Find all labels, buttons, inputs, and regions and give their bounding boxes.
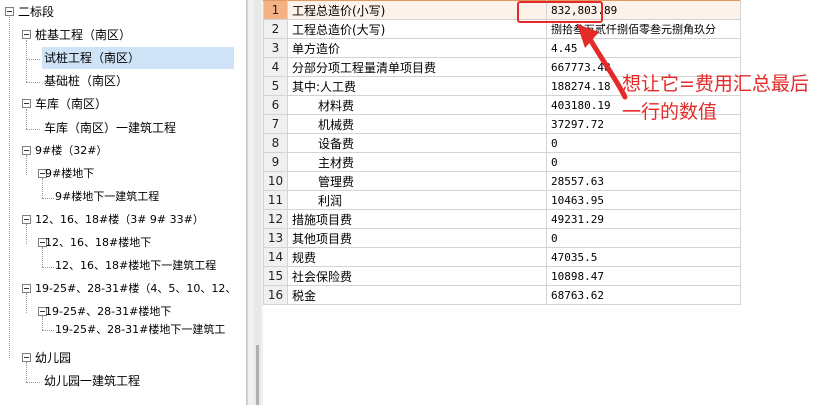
tree-node-pile-foundation[interactable]: 桩基工程（南区） [35, 24, 131, 46]
tree-connector [42, 198, 54, 199]
row-number: 2 [263, 19, 288, 39]
tree-connector [26, 382, 40, 383]
table-row[interactable]: 11 利润 10463.95 [263, 190, 741, 210]
collapse-toggle[interactable] [22, 146, 31, 155]
tree-node-building-9[interactable]: 9#楼（32#） [35, 140, 107, 162]
cost-item-value[interactable]: 28557.63 [546, 171, 741, 191]
table-row[interactable]: 8 设备费 0 [263, 133, 741, 153]
tree-node-kindergarten-building[interactable]: 幼儿园一建筑工程 [44, 370, 140, 392]
cost-item-value[interactable]: 10898.47 [546, 266, 741, 286]
cost-item-name[interactable]: 税金 [287, 285, 547, 305]
tree-node-building-19-25-basement-works[interactable]: 19-25#、28-31#楼地下一建筑工 [55, 319, 225, 341]
cost-item-name[interactable]: 设备费 [287, 133, 547, 153]
cost-item-name[interactable]: 机械费 [287, 114, 547, 134]
highlight-box [517, 1, 603, 23]
cost-item-name[interactable]: 管理费 [287, 171, 547, 191]
cost-item-value[interactable]: 10463.95 [546, 190, 741, 210]
tree-connector [26, 293, 27, 313]
table-row[interactable]: 10 管理费 28557.63 [263, 171, 741, 191]
cost-item-name[interactable]: 社会保险费 [287, 266, 547, 286]
cost-item-name[interactable]: 措施项目费 [287, 209, 547, 229]
tree-node-test-pile[interactable]: 试桩工程（南区） [42, 47, 234, 69]
cost-item-name[interactable]: 其他项目费 [287, 228, 547, 248]
row-number: 13 [263, 228, 288, 248]
cost-summary-grid: 1 工程总造价(小写) 832,803.89 2 工程总造价(大写) 捌拾叁万贰… [263, 0, 741, 305]
tree-node-kindergarten[interactable]: 幼儿园 [35, 347, 71, 369]
cost-item-value[interactable]: 0 [546, 133, 741, 153]
row-number: 11 [263, 190, 288, 210]
tree-connector [26, 40, 27, 82]
tree-connector [9, 17, 10, 358]
cost-item-value[interactable]: 0 [546, 228, 741, 248]
row-number: 10 [263, 171, 288, 191]
tree-node-building-12-16-18-basement[interactable]: 12、16、18#楼地下 [45, 232, 151, 254]
tree-connector [26, 82, 40, 83]
row-number: 8 [263, 133, 288, 153]
cost-item-name[interactable]: 材料费 [287, 95, 547, 115]
tree-connector [26, 59, 40, 60]
scrollbar-thumb[interactable] [256, 345, 259, 405]
row-number: 16 [263, 285, 288, 305]
tree-connector [26, 109, 27, 129]
tree-node-building-12-16-18[interactable]: 12、16、18#楼（3# 9# 33#） [35, 209, 204, 231]
table-row[interactable]: 13 其他项目费 0 [263, 228, 741, 248]
row-number: 7 [263, 114, 288, 134]
annotation-note: 想让它=费用汇总最后一行的数值 [622, 73, 809, 123]
table-row[interactable]: 15 社会保险费 10898.47 [263, 266, 741, 286]
cost-item-value[interactable]: 49231.29 [546, 209, 741, 229]
tree-connector [42, 247, 43, 267]
cost-item-name[interactable]: 工程总造价(小写) [287, 0, 547, 20]
row-number: 12 [263, 209, 288, 229]
cost-item-name[interactable]: 其中:人工费 [287, 76, 547, 96]
cost-item-name[interactable]: 分部分项工程量清单项目费 [287, 57, 547, 77]
row-number: 5 [263, 76, 288, 96]
tree-node-foundation-pile[interactable]: 基础桩（南区） [44, 70, 128, 92]
project-tree: 二标段 桩基工程（南区） 试桩工程（南区） 基础桩（南区） 车库（南区） 车库（… [0, 0, 247, 405]
tree-connector [42, 267, 54, 268]
cost-item-value[interactable]: 47035.5 [546, 247, 741, 267]
table-row[interactable]: 16 税金 68763.62 [263, 285, 741, 305]
tree-connector [42, 178, 43, 198]
table-row[interactable]: 12 措施项目费 49231.29 [263, 209, 741, 229]
collapse-toggle[interactable] [5, 7, 14, 16]
collapse-toggle[interactable] [22, 99, 31, 108]
row-number: 3 [263, 38, 288, 58]
tree-node-garage[interactable]: 车库（南区） [35, 93, 107, 115]
tree-connector [26, 155, 27, 175]
row-number: 15 [263, 266, 288, 286]
table-row[interactable]: 14 规费 47035.5 [263, 247, 741, 267]
tree-connector [26, 224, 27, 244]
collapse-toggle[interactable] [22, 215, 31, 224]
row-number: 4 [263, 57, 288, 77]
tree-connector [26, 362, 27, 382]
table-row[interactable]: 1 工程总造价(小写) 832,803.89 [263, 0, 741, 20]
tree-node-building-12-16-18-basement-works[interactable]: 12、16、18#楼地下一建筑工程 [55, 255, 216, 277]
tree-node-section[interactable]: 二标段 [18, 1, 54, 23]
tree-connector [42, 316, 43, 330]
tree-node-building-9-basement[interactable]: 9#楼地下 [45, 163, 94, 185]
tree-connector [42, 330, 54, 331]
row-number: 6 [263, 95, 288, 115]
tree-node-building-9-basement-works[interactable]: 9#楼地下一建筑工程 [55, 186, 159, 208]
row-number: 9 [263, 152, 288, 172]
cost-item-name[interactable]: 工程总造价(大写) [287, 19, 547, 39]
row-number: 14 [263, 247, 288, 267]
table-row[interactable]: 3 单方造价 4.45 [263, 38, 741, 58]
cost-item-name[interactable]: 单方造价 [287, 38, 547, 58]
table-row[interactable]: 2 工程总造价(大写) 捌拾叁万贰仟捌佰零叁元捌角玖分 [263, 19, 741, 39]
collapse-toggle[interactable] [22, 30, 31, 39]
cost-item-name[interactable]: 主材费 [287, 152, 547, 172]
collapse-toggle[interactable] [22, 284, 31, 293]
tree-node-garage-building[interactable]: 车库（南区）一建筑工程 [44, 117, 176, 139]
tree-node-building-19-25[interactable]: 19-25#、28-31#楼（4、5、10、12、 [35, 278, 236, 300]
tree-connector [26, 129, 40, 130]
row-number: 1 [263, 0, 288, 20]
cost-item-name[interactable]: 利润 [287, 190, 547, 210]
table-row[interactable]: 9 主材费 0 [263, 152, 741, 172]
cost-item-value[interactable]: 0 [546, 152, 741, 172]
collapse-toggle[interactable] [22, 353, 31, 362]
cost-item-value[interactable]: 68763.62 [546, 285, 741, 305]
cost-item-name[interactable]: 规费 [287, 247, 547, 267]
